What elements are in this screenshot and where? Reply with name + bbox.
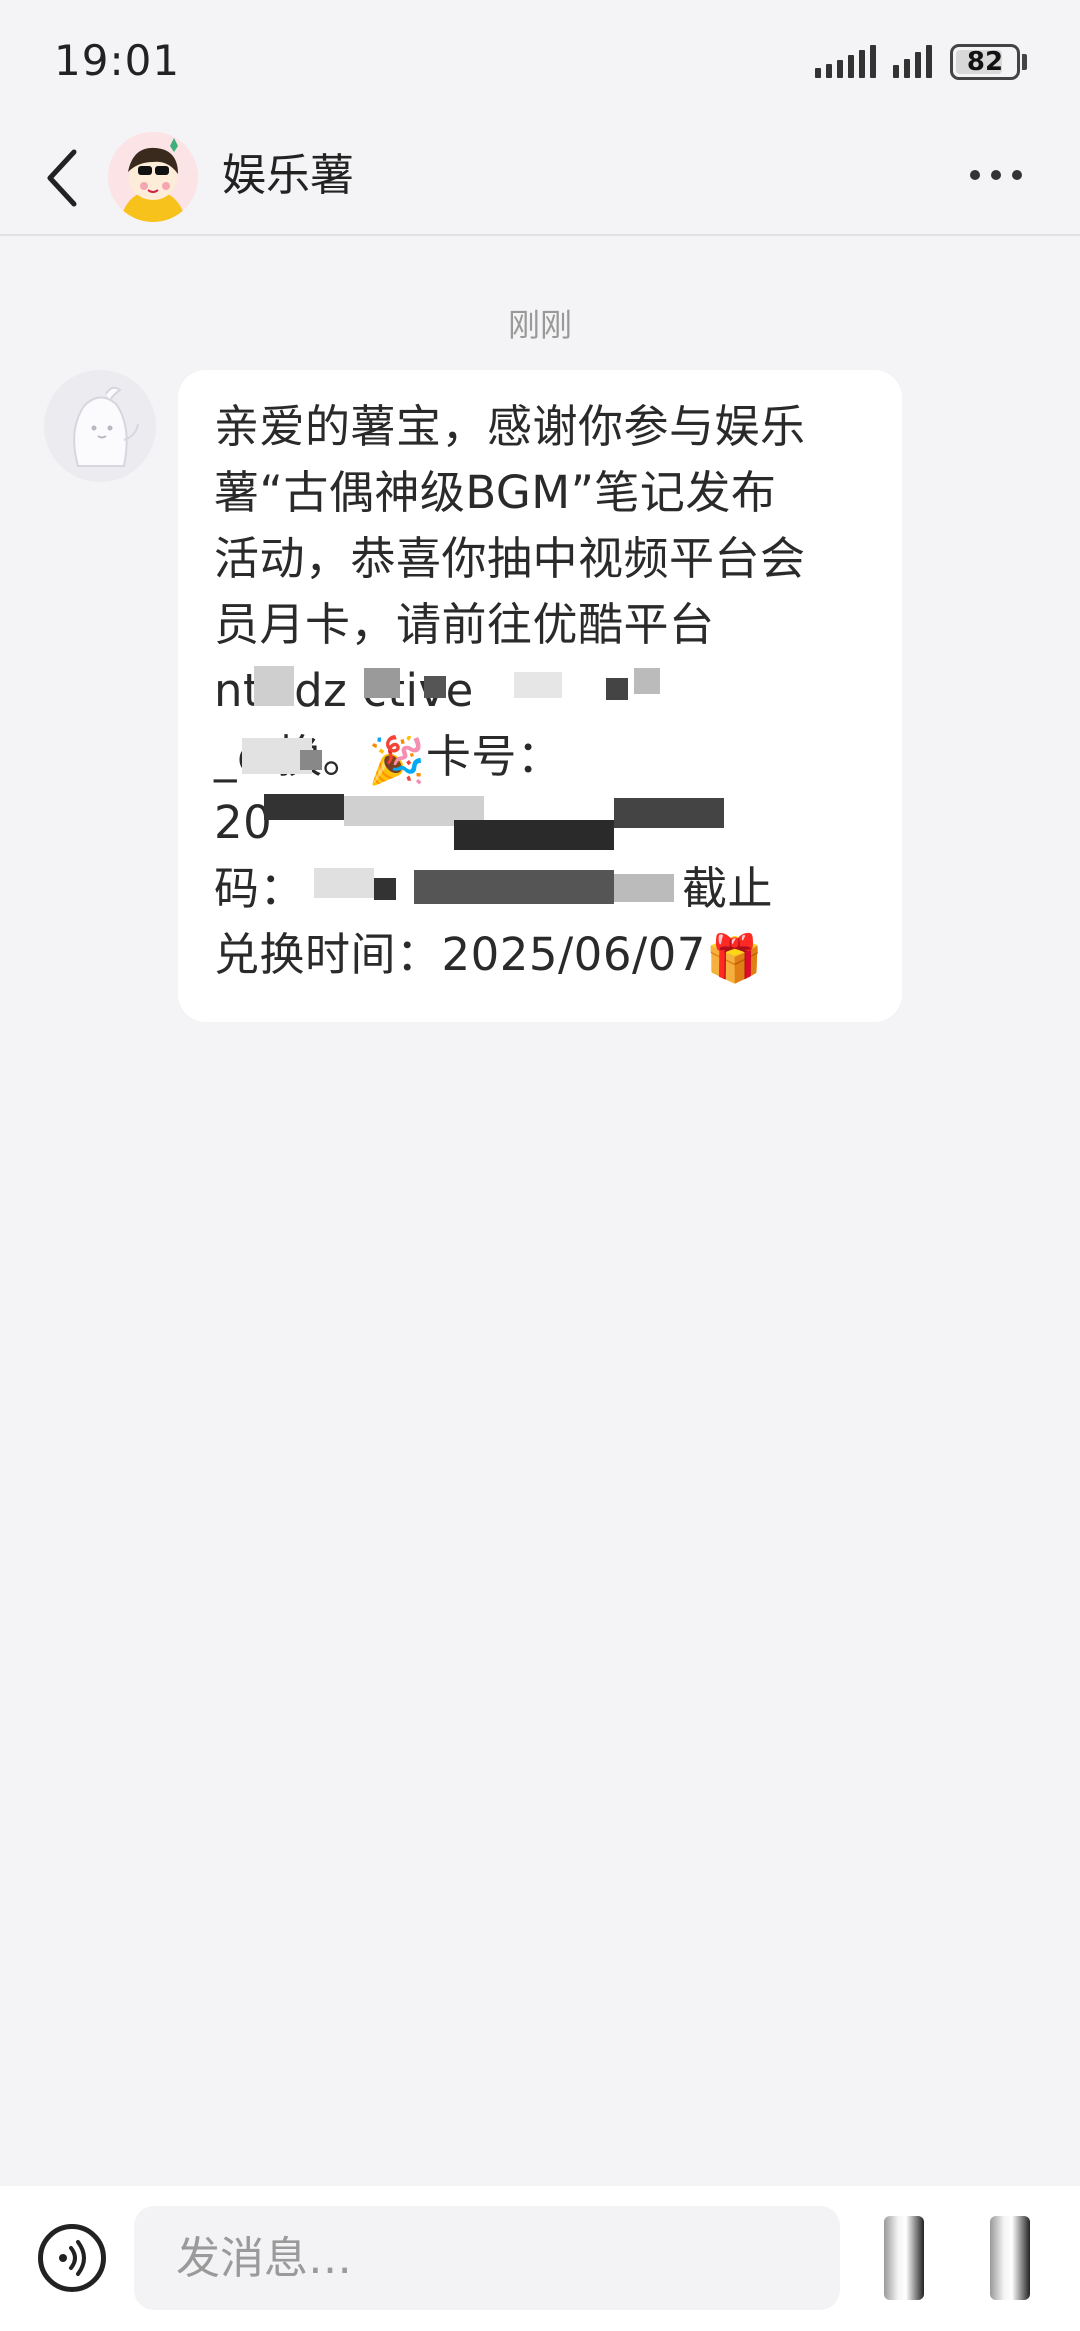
emoji-button[interactable]: [884, 2216, 924, 2300]
battery-icon: 82: [950, 44, 1020, 80]
signal-strength-icon: [815, 44, 876, 78]
signal-strength-icon: [893, 44, 932, 78]
message-line-redacted: _c 换。🎉卡号：: [214, 724, 872, 790]
party-popper-icon: 🎉: [368, 733, 426, 787]
avatar-illustration: [108, 132, 198, 222]
message-line: 薯“古偶神级BGM”笔记发布: [214, 466, 777, 519]
redaction-mosaic: [614, 798, 724, 828]
message-timestamp: 刚刚: [507, 306, 572, 344]
redaction-mosaic: [264, 794, 344, 820]
message-line: 亲爱的薯宝，感谢你参与娱乐: [214, 400, 806, 453]
redaction-mosaic: [514, 672, 562, 698]
chat-header: 娱乐薯: [0, 120, 1080, 236]
voice-wave-icon: [59, 2240, 86, 2276]
redaction-mosaic: [254, 666, 294, 706]
message-line: 兑换时间：2025/06/07🎁: [214, 922, 872, 988]
redaction-mosaic: [414, 870, 614, 904]
chat-title: 娱乐薯: [222, 150, 354, 201]
potato-mascot-icon: [44, 370, 156, 482]
redaction-mosaic: [606, 678, 628, 700]
back-button[interactable]: [42, 144, 86, 212]
battery-tip: [1022, 54, 1027, 70]
avatar[interactable]: [108, 132, 198, 222]
redeem-code-label: 码：: [214, 862, 306, 915]
status-time: 19:01: [54, 36, 181, 85]
redaction-mosaic: [424, 676, 446, 698]
voice-button[interactable]: [38, 2224, 106, 2292]
battery-level-text: 82: [966, 47, 1004, 77]
redaction-mosaic: [634, 668, 660, 694]
redaction-mosaic: [454, 820, 614, 850]
message-line-redacted: 20: [214, 790, 872, 856]
more-dot: [991, 170, 1001, 180]
message-line-redacted: 码： 截止: [214, 856, 872, 922]
message-input[interactable]: [134, 2206, 840, 2310]
chevron-left-icon: [47, 149, 77, 207]
more-dot: [1012, 170, 1022, 180]
message-line: 活动，恭喜你抽中视频平台会: [214, 532, 806, 585]
redaction-mosaic: [614, 874, 674, 902]
message-line: 员月卡，请前往优酷平台: [214, 598, 715, 651]
message-bubble[interactable]: 亲爱的薯宝，感谢你参与娱乐 薯“古偶神级BGM”笔记发布 活动，恭喜你抽中视频平…: [178, 370, 902, 1022]
card-number-label: 卡号：: [425, 730, 563, 783]
redaction-mosaic: [374, 878, 396, 900]
sender-avatar[interactable]: [44, 370, 156, 482]
deadline-label: 截止: [682, 862, 774, 915]
redeem-deadline-text: 兑换时间：2025/06/07: [214, 928, 706, 981]
more-dot: [970, 170, 980, 180]
redaction-mosaic: [314, 868, 374, 898]
status-bar: 19:01 82: [0, 0, 1080, 120]
more-button[interactable]: [970, 170, 1022, 180]
redaction-mosaic: [300, 750, 322, 770]
message-line-redacted: ntt dz ctive: [214, 658, 872, 724]
redaction-mosaic: [364, 668, 400, 698]
plus-button[interactable]: [990, 2216, 1030, 2300]
gift-icon: 🎁: [705, 931, 764, 985]
message-input-bar: [0, 2186, 1080, 2331]
